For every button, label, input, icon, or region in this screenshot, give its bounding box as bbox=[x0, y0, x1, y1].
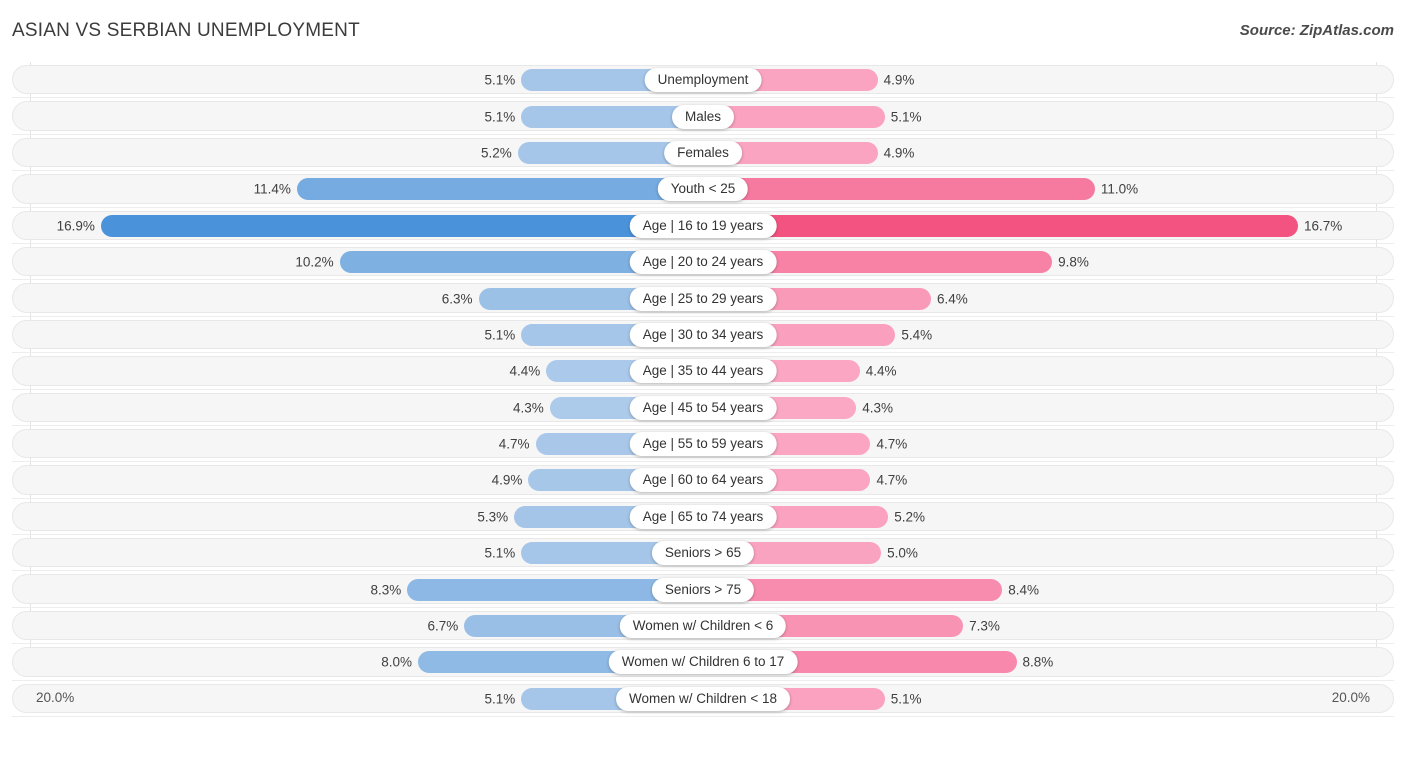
table-row[interactable]: 6.3% 6.4% Age | 25 to 29 years bbox=[0, 280, 1406, 317]
value-label-serbian: 4.4% bbox=[865, 363, 897, 379]
category-label: Age | 65 to 74 years bbox=[629, 504, 777, 529]
value-label-asian: 4.7% bbox=[498, 436, 530, 452]
value-label-serbian: 4.3% bbox=[862, 400, 893, 416]
plot-area: 5.1% 4.9% Unemployment 5.1% 5.1% Males 5.2% 4.9… bbox=[0, 62, 1406, 718]
row-divider bbox=[12, 716, 1394, 718]
table-row[interactable]: 6.7% 7.3% Women w/ Children < 6 bbox=[0, 608, 1406, 645]
table-row[interactable]: 5.1% 5.4% Age | 30 to 34 years bbox=[0, 317, 1406, 354]
value-label-asian: 5.2% bbox=[480, 145, 512, 161]
bar-asian[interactable] bbox=[296, 178, 703, 201]
table-row[interactable]: 5.1% 4.9% Unemployment bbox=[0, 62, 1406, 99]
value-label-asian: 4.4% bbox=[509, 363, 541, 379]
category-label: Age | 20 to 24 years bbox=[629, 250, 777, 275]
category-label: Age | 25 to 29 years bbox=[629, 286, 777, 311]
table-row[interactable]: 11.4% 11.0% Youth < 25 bbox=[0, 171, 1406, 208]
value-label-serbian: 4.7% bbox=[876, 436, 908, 452]
category-label: Age | 60 to 64 years bbox=[629, 468, 777, 493]
category-label: Women w/ Children < 6 bbox=[619, 614, 787, 639]
value-label-serbian: 5.1% bbox=[890, 691, 922, 707]
value-label-serbian: 4.9% bbox=[883, 72, 915, 88]
value-label-asian: 5.1% bbox=[484, 72, 516, 88]
bar-serbian[interactable] bbox=[703, 214, 1298, 237]
value-label-asian: 6.7% bbox=[427, 618, 459, 634]
value-label-serbian: 16.7% bbox=[1304, 218, 1343, 234]
category-label: Age | 16 to 19 years bbox=[629, 213, 777, 238]
value-label-serbian: 8.8% bbox=[1022, 654, 1054, 670]
table-row[interactable]: 5.1% 5.1% Males bbox=[0, 98, 1406, 135]
table-row[interactable]: 4.4% 4.4% Age | 35 to 44 years bbox=[0, 353, 1406, 390]
value-label-serbian: 5.2% bbox=[894, 509, 926, 525]
value-label-serbian: 4.9% bbox=[883, 145, 915, 161]
table-row[interactable]: 5.3% 5.2% Age | 65 to 74 years bbox=[0, 499, 1406, 536]
table-row[interactable]: 16.9% 16.7% Age | 16 to 19 years bbox=[0, 208, 1406, 244]
value-label-serbian: 7.3% bbox=[969, 618, 1000, 634]
value-label-asian: 5.1% bbox=[484, 109, 516, 125]
category-label: Males bbox=[671, 104, 735, 129]
value-label-asian: 4.9% bbox=[491, 472, 523, 488]
value-label-serbian: 6.4% bbox=[937, 291, 968, 307]
category-label: Age | 55 to 59 years bbox=[629, 432, 777, 457]
value-label-serbian: 5.1% bbox=[890, 109, 922, 125]
category-label: Seniors > 65 bbox=[651, 541, 755, 566]
table-row[interactable]: 4.7% 4.7% Age | 55 to 59 years bbox=[0, 426, 1406, 463]
value-label-serbian: 5.4% bbox=[901, 327, 933, 343]
table-row[interactable]: 4.3% 4.3% Age | 45 to 54 years bbox=[0, 390, 1406, 426]
value-label-asian: 5.1% bbox=[484, 327, 516, 343]
value-label-asian: 8.0% bbox=[381, 654, 412, 670]
category-label: Women w/ Children 6 to 17 bbox=[608, 650, 798, 675]
table-row[interactable]: 8.0% 8.8% Women w/ Children 6 to 17 bbox=[0, 644, 1406, 681]
value-label-serbian: 5.0% bbox=[887, 545, 918, 561]
category-label: Age | 30 to 34 years bbox=[629, 322, 777, 347]
page-title: ASIAN VS SERBIAN UNEMPLOYMENT bbox=[12, 20, 360, 41]
value-label-asian: 4.3% bbox=[513, 400, 544, 416]
value-label-serbian: 4.7% bbox=[876, 472, 908, 488]
category-label: Unemployment bbox=[644, 68, 762, 93]
value-label-asian: 11.4% bbox=[253, 181, 291, 197]
value-label-asian: 5.1% bbox=[484, 545, 516, 561]
table-row[interactable]: 5.1% 5.0% Seniors > 65 bbox=[0, 535, 1406, 572]
value-label-serbian: 8.4% bbox=[1008, 582, 1040, 598]
value-label-asian: 8.3% bbox=[370, 582, 402, 598]
bar-asian[interactable] bbox=[100, 214, 703, 237]
category-label: Youth < 25 bbox=[657, 177, 749, 202]
value-label-asian: 5.1% bbox=[484, 691, 516, 707]
table-row[interactable]: 5.2% 4.9% Females bbox=[0, 135, 1406, 172]
category-label: Age | 45 to 54 years bbox=[629, 395, 777, 420]
axis-label-left: 20.0% bbox=[36, 690, 75, 705]
bar-serbian[interactable] bbox=[703, 178, 1095, 201]
value-label-serbian: 9.8% bbox=[1058, 254, 1089, 270]
category-label: Women w/ Children < 18 bbox=[616, 686, 790, 711]
value-label-serbian: 11.0% bbox=[1100, 181, 1139, 197]
table-row[interactable]: 4.9% 4.7% Age | 60 to 64 years bbox=[0, 462, 1406, 499]
value-label-asian: 6.3% bbox=[441, 291, 473, 307]
bar-rows: 5.1% 4.9% Unemployment 5.1% 5.1% Males 5.2% 4.9… bbox=[0, 62, 1406, 718]
chart-page: ASIAN VS SERBIAN UNEMPLOYMENT Source: Zi… bbox=[0, 0, 1406, 757]
source-label: Source: ZipAtlas.com bbox=[1239, 22, 1394, 39]
value-label-asian: 5.3% bbox=[477, 509, 509, 525]
value-label-asian: 16.9% bbox=[56, 218, 95, 234]
table-row[interactable]: 10.2% 9.8% Age | 20 to 24 years bbox=[0, 244, 1406, 281]
category-label: Age | 35 to 44 years bbox=[629, 359, 777, 384]
category-label: Seniors > 75 bbox=[651, 577, 755, 602]
value-label-asian: 10.2% bbox=[295, 254, 334, 270]
table-row[interactable]: 5.1% 5.1% Women w/ Children < 18 bbox=[0, 681, 1406, 718]
category-label: Females bbox=[664, 140, 742, 165]
axis-label-right: 20.0% bbox=[1331, 690, 1370, 705]
table-row[interactable]: 8.3% 8.4% Seniors > 75 bbox=[0, 571, 1406, 608]
